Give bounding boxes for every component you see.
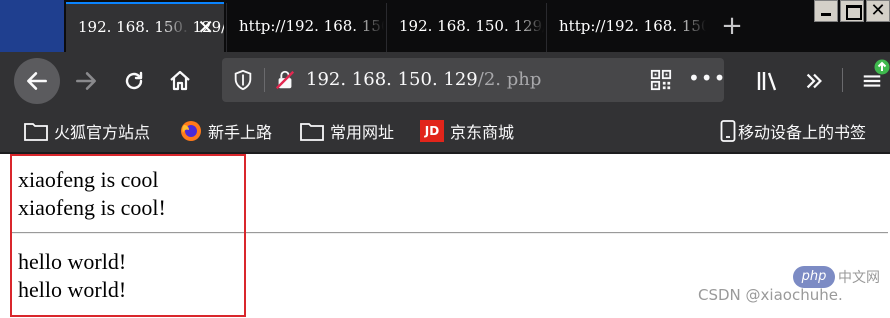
mobile-icon bbox=[720, 120, 736, 142]
php-logo: php bbox=[793, 266, 835, 288]
jd-icon: JD bbox=[420, 120, 444, 142]
reload-button[interactable] bbox=[114, 61, 154, 101]
page-actions-icon[interactable]: ••• bbox=[688, 66, 726, 90]
highlight-box bbox=[10, 154, 246, 317]
tab-fade bbox=[514, 3, 544, 52]
close-window-button[interactable]: ✕ bbox=[866, 0, 890, 22]
url-path: /2. php bbox=[477, 69, 542, 90]
watermark-text: CSDN @xiaochuhe. bbox=[698, 286, 843, 304]
tab-3[interactable]: 192. 168. 150. 129/1. php bbox=[386, 3, 544, 52]
bookmark-common-sites[interactable]: 常用网址 bbox=[300, 110, 394, 152]
back-button[interactable] bbox=[14, 58, 60, 104]
window-controls: ✕ bbox=[812, 0, 890, 22]
bookmark-getting-started[interactable]: 新手上路 bbox=[180, 110, 272, 152]
folder-icon bbox=[24, 121, 48, 141]
tab-strip: 192. 168. 150. 129/2. php ✕ http://192. … bbox=[0, 0, 890, 52]
bookmark-jd-mall[interactable]: JD 京东商城 bbox=[420, 110, 514, 152]
jd-icon-text: JD bbox=[424, 124, 440, 138]
tab-2[interactable]: http://192. 168. 150. 129/1. php bbox=[226, 3, 384, 52]
url-bar[interactable]: 192. 168. 150. 129/2. php ••• bbox=[222, 58, 726, 102]
qr-code-icon[interactable] bbox=[650, 69, 672, 95]
home-icon bbox=[170, 70, 190, 91]
bookmark-mobile[interactable]: 移动设备上的书签 bbox=[720, 110, 866, 152]
new-tab-button[interactable]: + bbox=[716, 6, 748, 46]
bookmark-label: 京东商城 bbox=[450, 123, 515, 142]
navigation-toolbar: 192. 168. 150. 129/2. php ••• bbox=[0, 52, 890, 110]
bookmark-firefox-official[interactable]: 火狐官方站点 bbox=[24, 110, 150, 152]
tab-4[interactable]: http://192. 168. 150. 129/3. php bbox=[546, 3, 706, 52]
back-arrow-icon bbox=[27, 72, 47, 90]
shield-icon[interactable] bbox=[232, 69, 254, 95]
url-text[interactable]: 192. 168. 150. 129/2. php bbox=[306, 58, 541, 102]
csdn-watermark: CSDN @xiaochuhe. bbox=[698, 286, 843, 304]
reload-icon bbox=[125, 71, 143, 90]
bookmark-label: 新手上路 bbox=[208, 123, 273, 142]
forward-arrow-icon bbox=[76, 72, 96, 90]
tab-fade bbox=[676, 3, 706, 52]
bookmarks-toolbar: 火狐官方站点 新手上路 常用网址 JD 京东商城 移动设备上的书签 bbox=[0, 110, 890, 152]
window-left-edge bbox=[0, 0, 64, 52]
tab-active[interactable]: 192. 168. 150. 129/2. php ✕ bbox=[66, 2, 224, 52]
url-separator bbox=[264, 68, 265, 92]
home-button[interactable] bbox=[160, 61, 200, 101]
app-menu-button[interactable] bbox=[852, 59, 890, 101]
update-badge-icon bbox=[874, 59, 890, 79]
firefox-icon bbox=[180, 120, 202, 142]
minimize-button[interactable] bbox=[814, 0, 838, 22]
insecure-lock-icon[interactable] bbox=[274, 69, 296, 95]
library-button[interactable] bbox=[748, 61, 788, 101]
double-chevron-icon bbox=[806, 73, 822, 89]
bookmark-label: 火狐官方站点 bbox=[54, 123, 151, 142]
maximize-button[interactable] bbox=[840, 0, 864, 22]
tab-fade bbox=[160, 4, 190, 52]
folder-icon bbox=[300, 121, 324, 141]
tab-fade bbox=[354, 3, 384, 52]
toolbar-separator bbox=[842, 68, 843, 92]
bookmark-label: 移动设备上的书签 bbox=[738, 123, 867, 142]
overflow-menu-button[interactable] bbox=[794, 61, 834, 101]
url-host: 192. 168. 150. 129 bbox=[306, 69, 478, 90]
page-content: xiaofeng is cool xiaofeng is cool! hello… bbox=[0, 154, 890, 318]
close-tab-icon[interactable]: ✕ bbox=[197, 4, 214, 50]
php-cn-text: 中文网 bbox=[838, 270, 880, 286]
bookmark-label: 常用网址 bbox=[330, 123, 395, 142]
forward-button[interactable] bbox=[66, 61, 106, 101]
library-icon bbox=[757, 72, 777, 91]
